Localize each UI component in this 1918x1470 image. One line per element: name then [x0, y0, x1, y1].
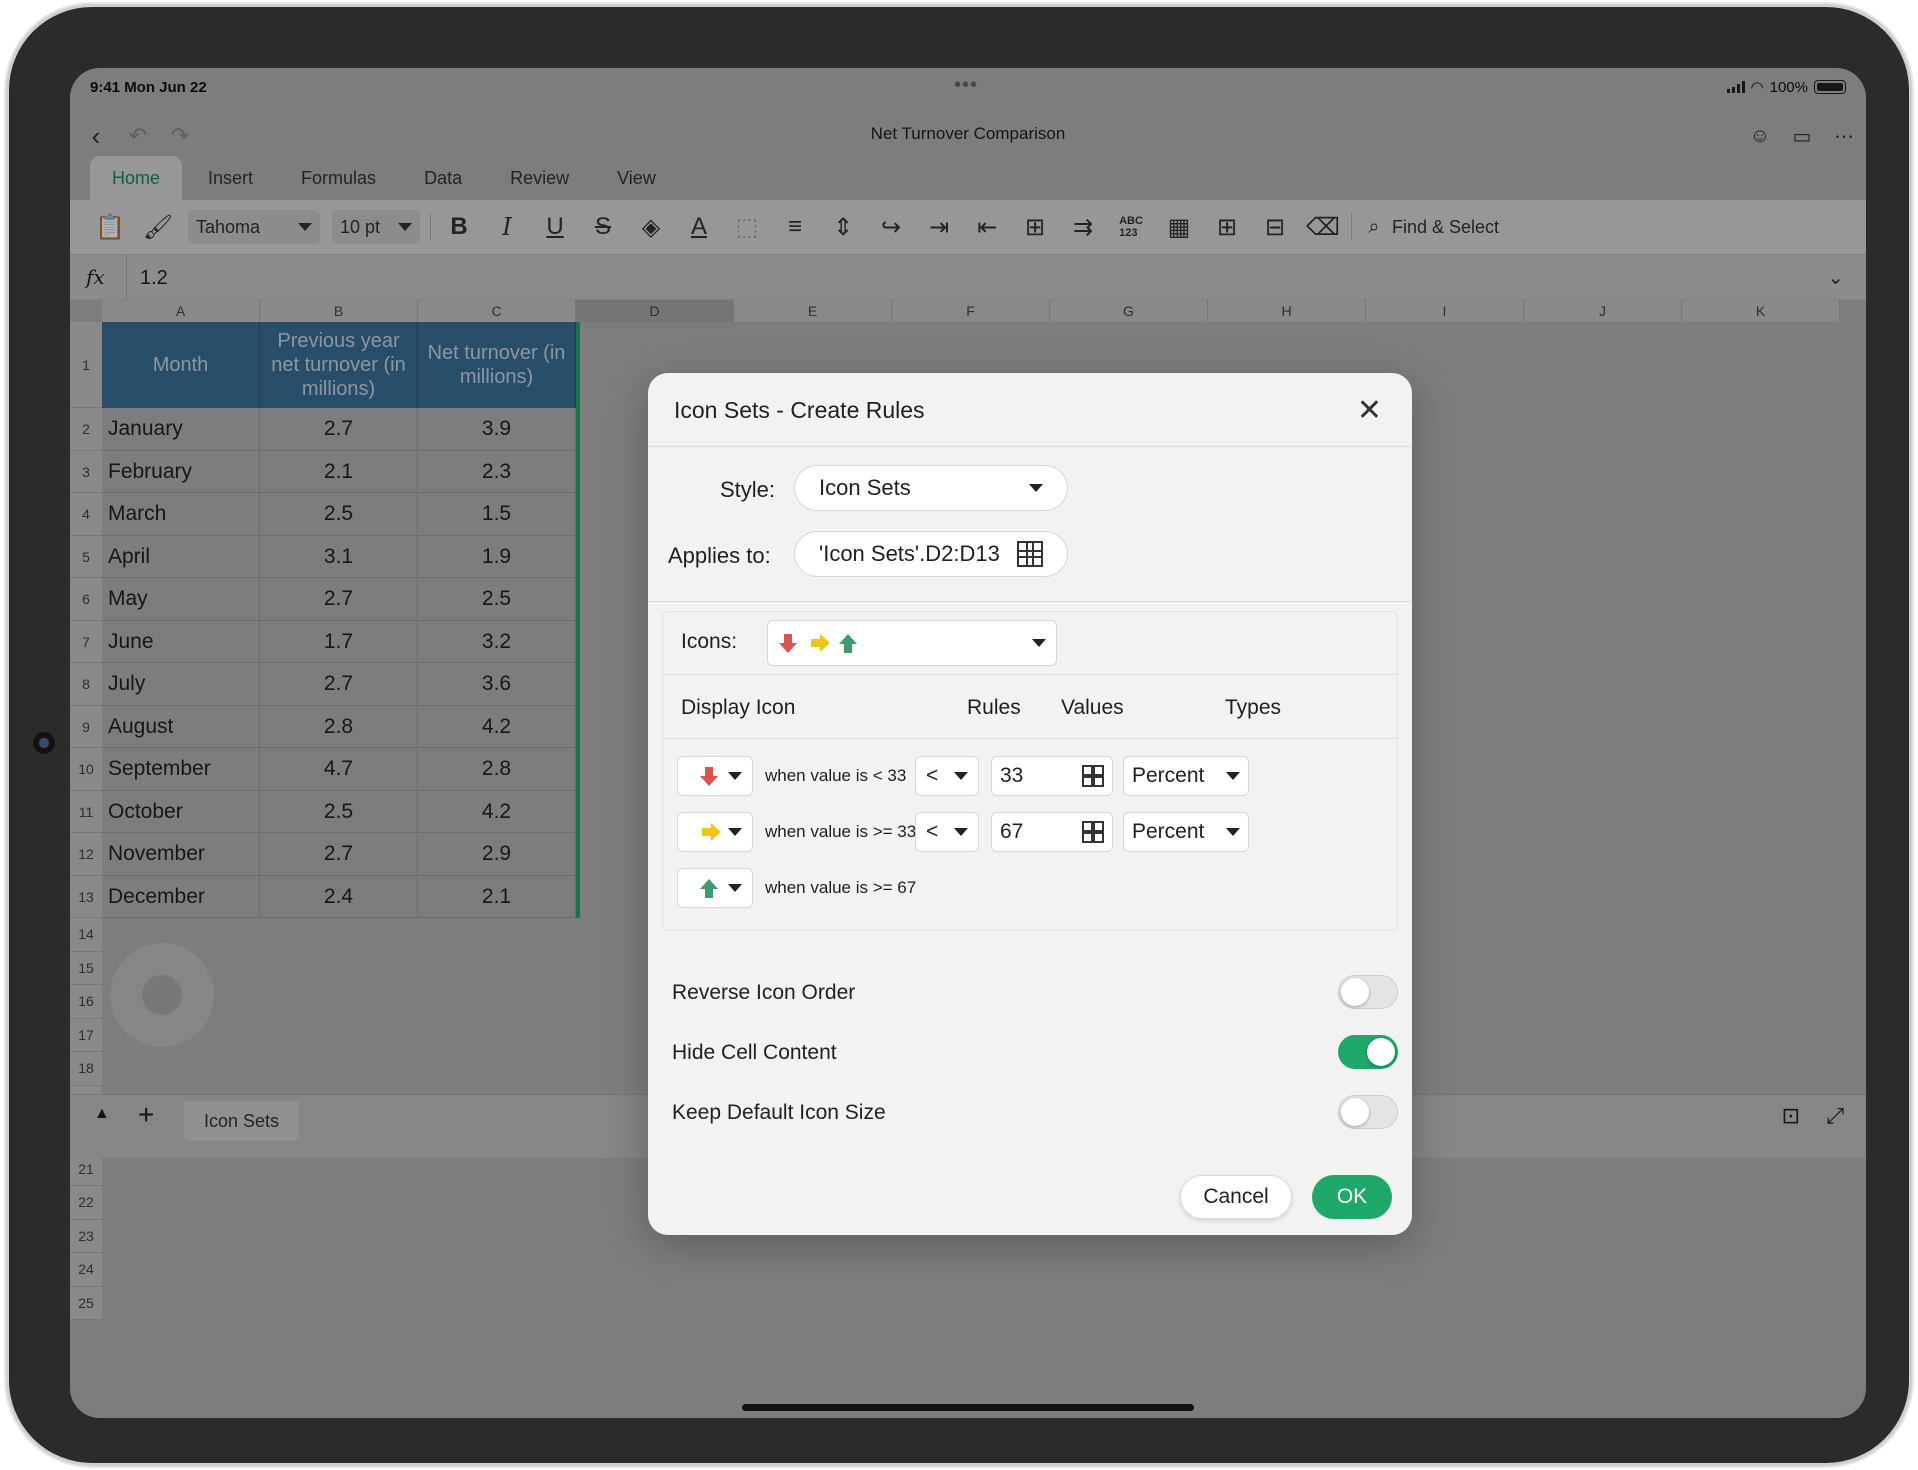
- reverse-icon-order-label: Reverse Icon Order: [672, 981, 856, 1004]
- rule-value-input[interactable]: 67: [991, 812, 1113, 852]
- display-icon-header: Display Icon: [681, 696, 796, 719]
- chevron-down-icon: [728, 828, 742, 836]
- divider: [663, 738, 1397, 739]
- rule-value-input[interactable]: 33: [991, 756, 1113, 796]
- rule-condition-text: when value is < 33: [765, 766, 907, 785]
- chevron-down-icon: [728, 884, 742, 892]
- applies-to-value: 'Icon Sets'.D2:D13: [819, 541, 1000, 566]
- rule-type-select[interactable]: Percent: [1123, 756, 1249, 796]
- dialog-header: Icon Sets - Create Rules ✕: [648, 373, 1412, 447]
- rule-type-select[interactable]: Percent: [1123, 812, 1249, 852]
- camera-dot: [33, 732, 55, 754]
- style-select[interactable]: Icon Sets: [794, 465, 1068, 511]
- chevron-down-icon: [1029, 484, 1043, 492]
- screen: 9:41 Mon Jun 22 ••• ◠ 100% ‹ ↶ ↷ Net Tur…: [70, 68, 1866, 1418]
- rules-header: Rules: [967, 696, 1021, 719]
- range-picker-icon[interactable]: [1082, 765, 1104, 787]
- rule-value: 33: [1000, 764, 1024, 787]
- chevron-down-icon: [1226, 828, 1240, 836]
- rule-condition-text: when value is >= 33: [765, 822, 917, 841]
- cancel-button[interactable]: Cancel: [1180, 1175, 1292, 1219]
- reverse-icon-order-toggle[interactable]: [1338, 975, 1398, 1009]
- icon-picker[interactable]: [677, 868, 753, 908]
- rule-operator-value: <: [926, 820, 939, 843]
- rule-type-value: Percent: [1132, 820, 1205, 843]
- style-value: Icon Sets: [819, 475, 911, 500]
- icon-rules-panel: Icons: Display Icon Rules Values Types w…: [662, 611, 1398, 931]
- icon-set-select[interactable]: [767, 620, 1057, 666]
- arrow-right-yellow-icon: [702, 823, 721, 841]
- icon-picker[interactable]: [677, 812, 753, 852]
- chevron-down-icon: [728, 772, 742, 780]
- device-frame: 9:41 Mon Jun 22 ••• ◠ 100% ‹ ↶ ↷ Net Tur…: [6, 4, 1912, 1466]
- applies-to-input[interactable]: 'Icon Sets'.D2:D13: [794, 531, 1068, 577]
- applies-to-label: Applies to:: [668, 543, 771, 568]
- close-icon[interactable]: ✕: [1357, 393, 1382, 428]
- rule-value: 67: [1000, 820, 1024, 843]
- ok-button[interactable]: OK: [1312, 1175, 1392, 1219]
- divider: [663, 674, 1397, 675]
- divider: [648, 601, 1412, 602]
- rule-operator-select[interactable]: <: [915, 812, 979, 852]
- range-picker-icon[interactable]: [1082, 821, 1104, 843]
- arrow-down-red-icon: [700, 767, 718, 786]
- rule-condition-text: when value is >= 67: [765, 878, 917, 897]
- types-header: Types: [1225, 696, 1282, 719]
- toggle-knob: [1367, 1038, 1395, 1066]
- chevron-down-icon: [1226, 772, 1240, 780]
- keep-default-icon-size-toggle[interactable]: [1338, 1095, 1398, 1129]
- icon-picker[interactable]: [677, 756, 753, 796]
- icon-sets-dialog: Icon Sets - Create Rules ✕ Style: Icon S…: [648, 373, 1412, 1235]
- home-indicator[interactable]: [742, 1404, 1194, 1411]
- values-header: Values: [1061, 696, 1124, 719]
- toggle-knob: [1341, 978, 1369, 1006]
- hide-cell-content-label: Hide Cell Content: [672, 1041, 837, 1064]
- hide-cell-content-toggle[interactable]: [1338, 1035, 1398, 1069]
- chevron-down-icon: [1032, 639, 1046, 647]
- rule-operator-value: <: [926, 764, 939, 787]
- icon-set-preview-icon: [779, 634, 857, 653]
- chevron-down-icon: [954, 828, 968, 836]
- style-label: Style:: [720, 477, 776, 502]
- keep-default-icon-size-label: Keep Default Icon Size: [672, 1101, 886, 1124]
- arrow-up-green-icon: [700, 879, 718, 898]
- rule-type-value: Percent: [1132, 764, 1205, 787]
- toggle-knob: [1341, 1098, 1369, 1126]
- icons-label: Icons:: [681, 630, 738, 653]
- dialog-title: Icon Sets - Create Rules: [674, 397, 925, 423]
- rule-operator-select[interactable]: <: [915, 756, 979, 796]
- chevron-down-icon: [954, 772, 968, 780]
- range-picker-icon[interactable]: [1017, 541, 1043, 567]
